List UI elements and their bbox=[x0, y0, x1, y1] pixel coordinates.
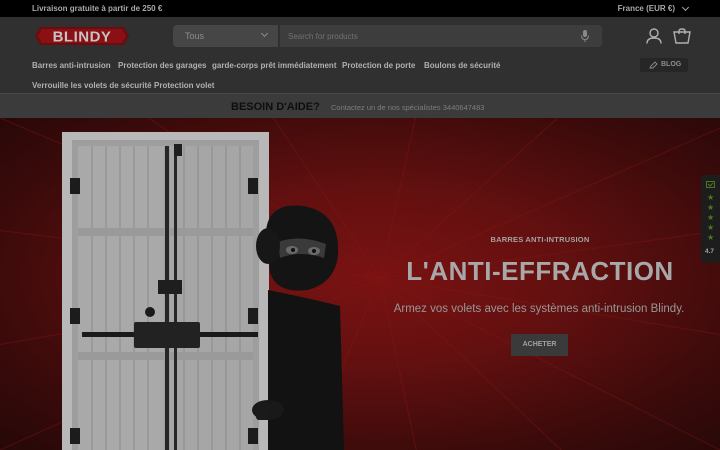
search-input[interactable] bbox=[288, 30, 568, 42]
announcement-bar: Livraison gratuite à partir de 250 € Fra… bbox=[0, 0, 720, 17]
blog-pen-icon bbox=[649, 61, 658, 69]
blog-button-label: BLOG bbox=[661, 61, 682, 68]
hero-shop-button[interactable]: ACHETER bbox=[511, 334, 568, 356]
chevron-down-icon bbox=[260, 29, 269, 38]
review-score: 4.7 bbox=[705, 248, 715, 255]
star-icon: ★ bbox=[707, 223, 715, 232]
star-icon: ★ bbox=[707, 213, 715, 222]
logo-text: BLINDY bbox=[53, 29, 112, 46]
help-bar: BESOIN D'AIDE? Contactez un de nos spéci… bbox=[0, 93, 720, 118]
microphone-icon[interactable] bbox=[580, 29, 590, 43]
reviews-widget[interactable]: ★ ★ ★ ★ ★ 4.7 bbox=[701, 175, 720, 263]
category-select[interactable]: Tous bbox=[173, 25, 278, 47]
review-badge-icon bbox=[706, 181, 715, 188]
star-icon: ★ bbox=[707, 193, 715, 202]
hero-headline: L'ANTI-EFFRACTION bbox=[406, 256, 674, 286]
burglar-illustration bbox=[252, 205, 344, 450]
hero-subtitle: Armez vos volets avec les systèmes anti-… bbox=[393, 303, 685, 315]
country-currency-label: France (EUR €) bbox=[617, 4, 675, 13]
nav-item-verrouille-volets[interactable]: Verrouille les volets de sécurité bbox=[32, 81, 152, 90]
security-door-image bbox=[62, 132, 269, 450]
hero-eyebrow: BARRES ANTI-INTRUSION bbox=[490, 235, 590, 244]
star-icon: ★ bbox=[707, 233, 715, 242]
category-select-value: Tous bbox=[185, 31, 205, 41]
nav-item-boulons-securite[interactable]: Boulons de sécurité bbox=[424, 61, 500, 70]
hero-banner: BARRES ANTI-INTRUSION L'ANTI-EFFRACTION … bbox=[0, 118, 720, 450]
nav-item-protection-volet[interactable]: Protection volet bbox=[154, 81, 214, 90]
star-icon: ★ bbox=[707, 203, 715, 212]
brand-logo[interactable]: BLINDY bbox=[32, 25, 132, 47]
nav-item-garde-corps[interactable]: garde-corps prêt immédiatement bbox=[212, 61, 336, 70]
help-title: BESOIN D'AIDE? bbox=[231, 101, 320, 113]
account-icon[interactable] bbox=[645, 28, 663, 44]
blog-button[interactable]: BLOG bbox=[640, 58, 688, 72]
help-contact-text[interactable]: Contactez un de nos spécialistes 3440647… bbox=[331, 103, 484, 112]
site-header: BLINDY Tous Barres anti-intrusion Protec… bbox=[0, 17, 720, 93]
nav-item-protection-garages[interactable]: Protection des garages bbox=[118, 61, 206, 70]
nav-item-protection-porte[interactable]: Protection de porte bbox=[342, 61, 415, 70]
search-bar bbox=[280, 25, 602, 47]
country-currency-selector[interactable]: France (EUR €) bbox=[617, 3, 690, 13]
cart-icon[interactable] bbox=[673, 28, 691, 44]
free-shipping-promo: Livraison gratuite à partir de 250 € bbox=[32, 4, 163, 13]
chevron-down-icon bbox=[681, 3, 690, 11]
nav-item-barres-anti-intrusion[interactable]: Barres anti-intrusion bbox=[32, 61, 111, 70]
